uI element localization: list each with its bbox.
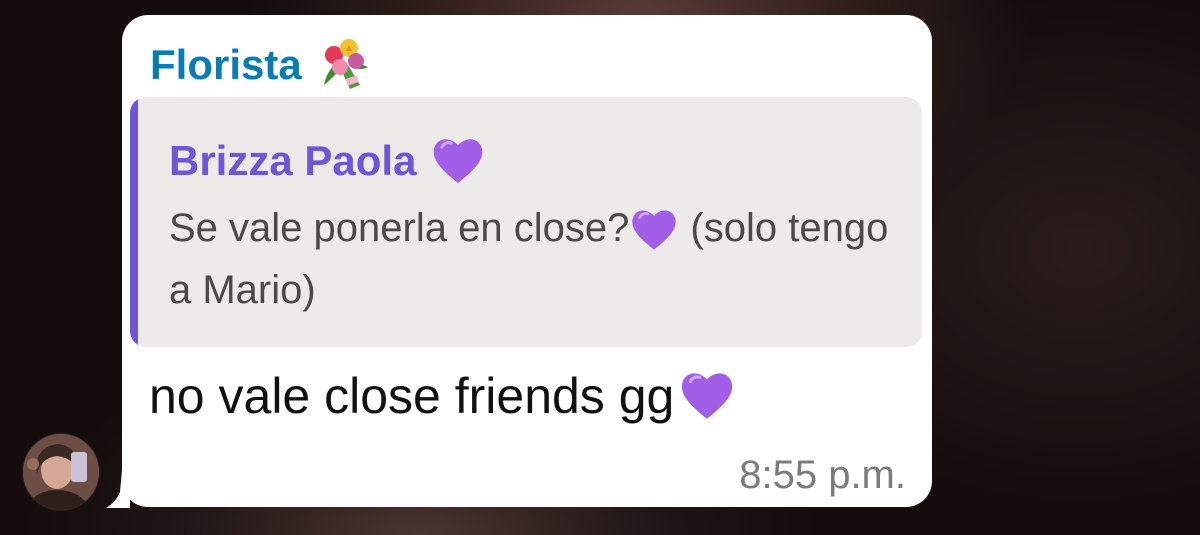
- purple-heart-icon: [434, 139, 483, 183]
- reply-text: Se vale ponerla en close? (solo tengo a …: [169, 197, 909, 321]
- sender-label: Florista: [150, 41, 302, 88]
- sender-name[interactable]: Florista: [150, 37, 372, 93]
- bouquet-icon: [323, 39, 368, 89]
- avatar[interactable]: [22, 433, 100, 511]
- profile-photo: [23, 434, 99, 510]
- quoted-reply[interactable]: Brizza Paola Se vale ponerla en close? (…: [130, 97, 922, 347]
- reply-sender-name: Brizza Paola: [169, 133, 486, 189]
- reply-accent-bar: [130, 97, 138, 347]
- reply-text-part1: Se vale ponerla en close?: [169, 206, 630, 250]
- message-timestamp: 8:55 p.m.: [739, 453, 906, 497]
- message-text: no vale close friends gg: [149, 367, 736, 425]
- message-bubble[interactable]: Florista Brizza Paola Se vale ponerla en…: [122, 15, 932, 507]
- purple-heart-icon: [682, 373, 733, 419]
- purple-heart-icon: [632, 210, 677, 251]
- reply-sender-label: Brizza Paola: [169, 137, 417, 184]
- message-label: no vale close friends gg: [149, 368, 675, 424]
